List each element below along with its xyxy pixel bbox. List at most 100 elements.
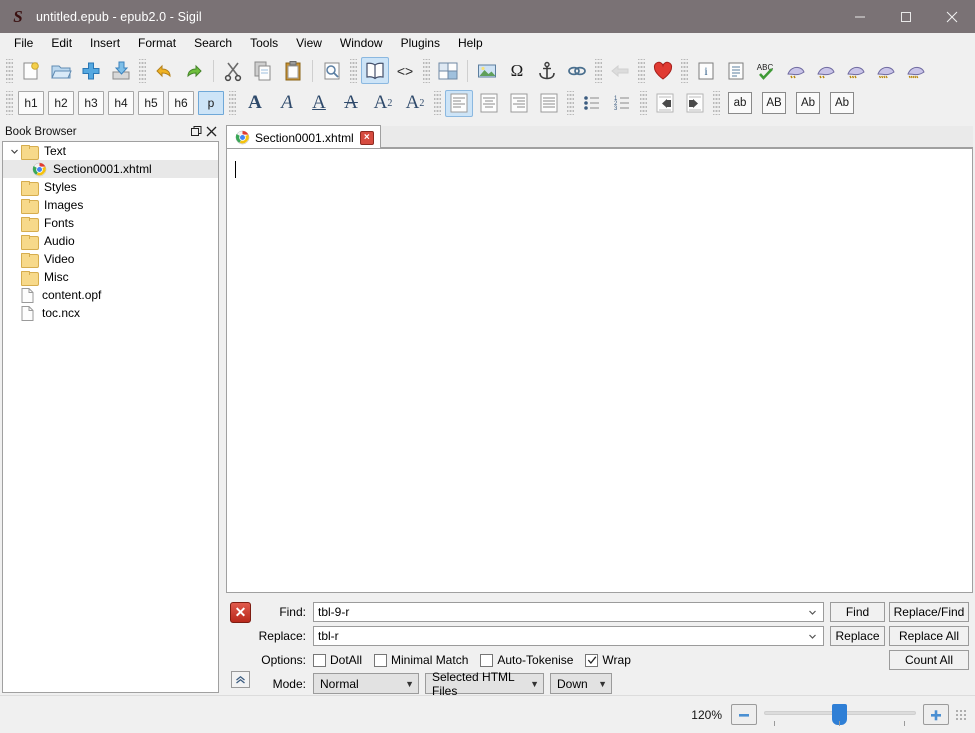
replace-input[interactable]: tbl-r [313, 626, 824, 646]
count-all-button[interactable]: Count All [889, 650, 969, 670]
book-browser-tree[interactable]: Text Section0001.xhtml Styles Images Fon… [2, 141, 219, 693]
toolbar-drag-handle[interactable] [6, 58, 13, 83]
well-formed-check-icon[interactable] [782, 57, 810, 84]
find-input[interactable]: tbl-9-r [313, 602, 824, 622]
replace-all-button[interactable]: Replace All [889, 626, 969, 646]
menu-insert[interactable]: Insert [81, 33, 129, 53]
chevron-down-icon[interactable] [805, 627, 819, 645]
tree-item-fonts[interactable]: Fonts [3, 214, 218, 232]
close-icon[interactable] [204, 124, 219, 139]
zoom-slider[interactable] [764, 703, 916, 727]
menu-search[interactable]: Search [185, 33, 241, 53]
heading-h4-button[interactable]: h4 [108, 91, 134, 115]
align-left-icon[interactable] [445, 89, 473, 117]
bullet-list-icon[interactable] [578, 90, 606, 117]
heading-h5-button[interactable]: h5 [138, 91, 164, 115]
validate-stylesheets-icon[interactable] [872, 57, 900, 84]
uppercase-button[interactable]: AB [762, 92, 786, 114]
tree-item-toc-ncx[interactable]: toc.ncx [3, 304, 218, 322]
validate-epub-icon[interactable] [902, 57, 930, 84]
format-toolbar-handle-style[interactable] [229, 91, 236, 115]
zoom-out-button[interactable] [731, 704, 757, 725]
tree-item-images[interactable]: Images [3, 196, 218, 214]
menu-help[interactable]: Help [449, 33, 492, 53]
direction-select[interactable]: Down ▼ [550, 673, 612, 694]
menu-format[interactable]: Format [129, 33, 185, 53]
auto-tokenise-checkbox[interactable]: Auto-Tokenise [480, 653, 573, 667]
cut-scissors-icon[interactable] [219, 57, 247, 84]
superscript-icon[interactable]: A2 [400, 90, 430, 117]
print-preview-icon[interactable] [318, 57, 346, 84]
book-view-icon[interactable] [361, 57, 389, 84]
chevron-down-icon[interactable] [805, 603, 819, 621]
menu-edit[interactable]: Edit [42, 33, 81, 53]
minimize-icon[interactable] [837, 0, 883, 33]
bold-icon[interactable]: A [240, 90, 270, 117]
split-view-icon[interactable] [434, 57, 462, 84]
align-justify-icon[interactable] [535, 90, 563, 117]
redo-icon[interactable] [180, 57, 208, 84]
replace-button[interactable]: Replace [830, 626, 885, 646]
metadata-editor-icon[interactable]: i [692, 57, 720, 84]
tab-close-icon[interactable]: × [359, 130, 374, 145]
add-file-icon[interactable] [77, 57, 105, 84]
capitalize-button[interactable]: Ab [830, 92, 854, 114]
tree-item-audio[interactable]: Audio [3, 232, 218, 250]
increase-indent-icon[interactable] [681, 90, 709, 117]
format-toolbar-handle[interactable] [6, 91, 13, 115]
float-icon[interactable] [189, 124, 204, 139]
tree-item-styles[interactable]: Styles [3, 178, 218, 196]
insert-special-character-icon[interactable]: Ω [503, 57, 531, 84]
toolbar-drag-handle-back[interactable] [595, 58, 602, 83]
tree-item-section0001[interactable]: Section0001.xhtml [3, 160, 218, 178]
zoom-in-button[interactable] [923, 704, 949, 725]
dotall-checkbox[interactable]: DotAll [313, 653, 362, 667]
mend-icon[interactable] [812, 57, 840, 84]
minimal-match-checkbox[interactable]: Minimal Match [374, 653, 468, 667]
heading-h6-button[interactable]: h6 [168, 91, 194, 115]
code-view-icon[interactable]: <> [391, 57, 419, 84]
toolbar-drag-handle-split[interactable] [423, 58, 430, 83]
subscript-icon[interactable]: A2 [368, 90, 398, 117]
close-icon[interactable] [929, 0, 975, 33]
scope-select[interactable]: Selected HTML Files ▼ [425, 670, 544, 698]
undo-icon[interactable] [150, 57, 178, 84]
format-toolbar-handle-align[interactable] [434, 91, 441, 115]
save-icon[interactable] [107, 57, 135, 84]
heading-h1-button[interactable]: h1 [18, 91, 44, 115]
menu-tools[interactable]: Tools [241, 33, 287, 53]
resize-grip[interactable] [955, 708, 967, 721]
menu-window[interactable]: Window [331, 33, 392, 53]
menu-file[interactable]: File [5, 33, 42, 53]
replace-find-button[interactable]: Replace/Find [889, 602, 969, 622]
titlecase-button[interactable]: Ab [796, 92, 820, 114]
toolbar-drag-handle-tools[interactable] [681, 58, 688, 83]
generate-toc-icon[interactable] [722, 57, 750, 84]
tree-item-text[interactable]: Text [3, 142, 218, 160]
find-button[interactable]: Find [830, 602, 885, 622]
tree-item-video[interactable]: Video [3, 250, 218, 268]
strikethrough-icon[interactable]: A [336, 90, 366, 117]
numbered-list-icon[interactable]: 123 [608, 90, 636, 117]
format-toolbar-handle-lists[interactable] [567, 91, 574, 115]
toolbar-drag-handle-edit[interactable] [139, 58, 146, 83]
italic-icon[interactable]: A [272, 90, 302, 117]
underline-icon[interactable]: A [304, 90, 334, 117]
paragraph-button[interactable]: p [198, 91, 224, 115]
paste-clipboard-icon[interactable] [279, 57, 307, 84]
toolbar-drag-handle-views[interactable] [350, 58, 357, 83]
tab-section0001[interactable]: Section0001.xhtml × [226, 125, 381, 149]
chevron-down-icon[interactable] [7, 147, 21, 156]
document-editor[interactable] [226, 148, 973, 593]
spellcheck-icon[interactable]: ABC [752, 57, 780, 84]
find-replace-close-button[interactable]: ✕ [230, 602, 251, 623]
tree-item-content-opf[interactable]: content.opf [3, 286, 218, 304]
open-folder-icon[interactable] [47, 57, 75, 84]
chevron-up-icon[interactable] [231, 671, 250, 688]
tree-item-misc[interactable]: Misc [3, 268, 218, 286]
mode-select[interactable]: Normal ▼ [313, 673, 419, 694]
heading-h3-button[interactable]: h3 [78, 91, 104, 115]
insert-anchor-icon[interactable] [533, 57, 561, 84]
format-toolbar-handle-case[interactable] [713, 91, 720, 115]
menu-plugins[interactable]: Plugins [392, 33, 449, 53]
